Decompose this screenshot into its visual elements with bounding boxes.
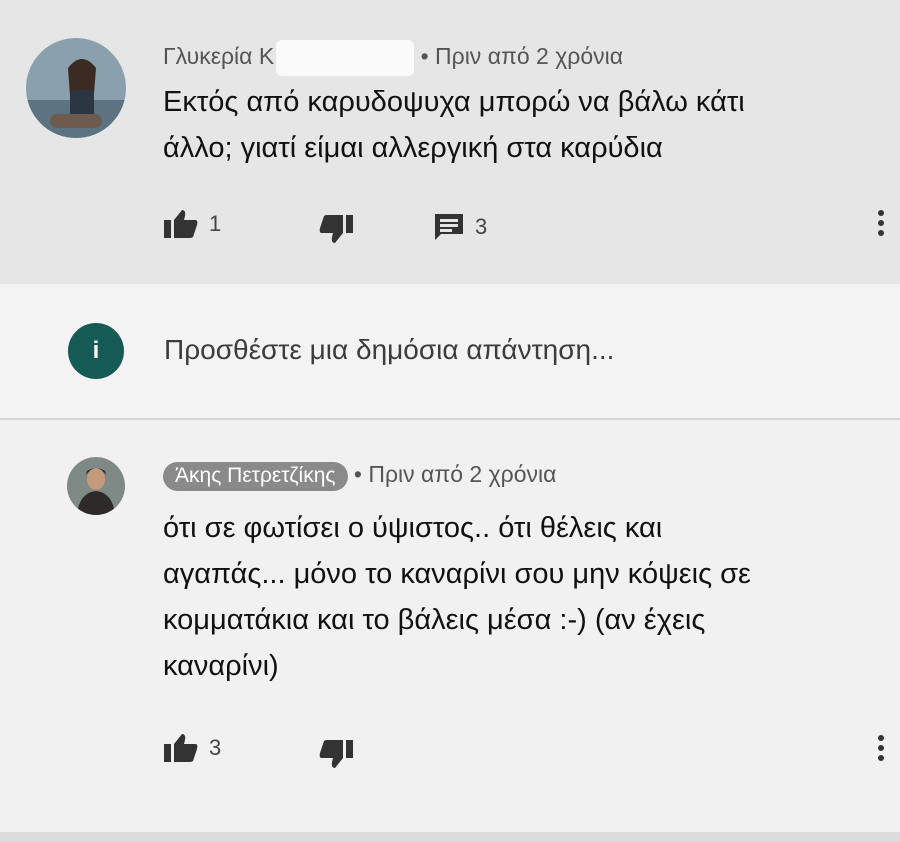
dislike-button[interactable] xyxy=(318,738,354,770)
comment-author[interactable]: Άκης Πετρετζίκης xyxy=(163,462,348,491)
comment-time: • Πριν από 2 χρόνια xyxy=(353,461,557,487)
comment-text-line: αγαπάς... μόνο το καναρίνι σου μην κόψει… xyxy=(163,558,751,590)
comment-text-line: ότι σε φωτίσει ο ύψιστος.. ότι θέλεις κα… xyxy=(163,512,663,544)
like-count: 3 xyxy=(209,735,222,760)
redaction-mark xyxy=(276,40,415,76)
like-button[interactable]: 1 xyxy=(163,208,221,240)
dislike-button[interactable] xyxy=(318,213,354,245)
thumb-up-icon xyxy=(164,210,198,238)
comment-meta: Γλυκερία Κ • Πριν από 2 χρόνια xyxy=(163,40,623,76)
comment-text: ότι σε φωτίσει ο ύψιστος.. ότι θέλεις κα… xyxy=(163,505,751,689)
reply-input[interactable]: Προσθέστε μια δημόσια απάντηση... xyxy=(164,334,614,366)
comment-text-line: καναρίνι) xyxy=(163,650,279,682)
my-avatar: i xyxy=(68,323,124,379)
user-avatar[interactable] xyxy=(26,38,126,138)
like-count: 1 xyxy=(209,211,222,236)
reply-button[interactable]: 3 xyxy=(433,212,487,242)
comment-meta: Άκης Πετρετζίκης • Πριν από 2 χρόνια xyxy=(163,461,556,491)
user-avatar[interactable] xyxy=(67,457,125,515)
thumb-down-icon xyxy=(319,215,353,243)
comment-text-line: κομματάκια και το βάλεις μέσα :-) (αν έχ… xyxy=(163,604,706,636)
comment-text-line: άλλο; γιατί είμαι αλλεργική στα καρύδια xyxy=(163,132,663,164)
like-button[interactable]: 3 xyxy=(163,732,221,764)
divider xyxy=(0,832,900,842)
thumb-down-icon xyxy=(319,740,353,768)
more-vert-icon[interactable] xyxy=(878,206,884,240)
comment-time: • Πριν από 2 χρόνια xyxy=(420,43,624,70)
comment-author[interactable]: Γλυκερία Κ xyxy=(163,43,274,69)
thumb-up-icon xyxy=(164,734,198,762)
comment-text: Εκτός από καρυδοψυχα μπορώ να βάλω κάτι … xyxy=(163,79,745,171)
comment-icon xyxy=(435,214,463,240)
reply-count: 3 xyxy=(475,214,488,239)
more-vert-icon[interactable] xyxy=(878,731,884,765)
comment-text-line: Εκτός από καρυδοψυχα μπορώ να βάλω κάτι xyxy=(163,86,745,118)
